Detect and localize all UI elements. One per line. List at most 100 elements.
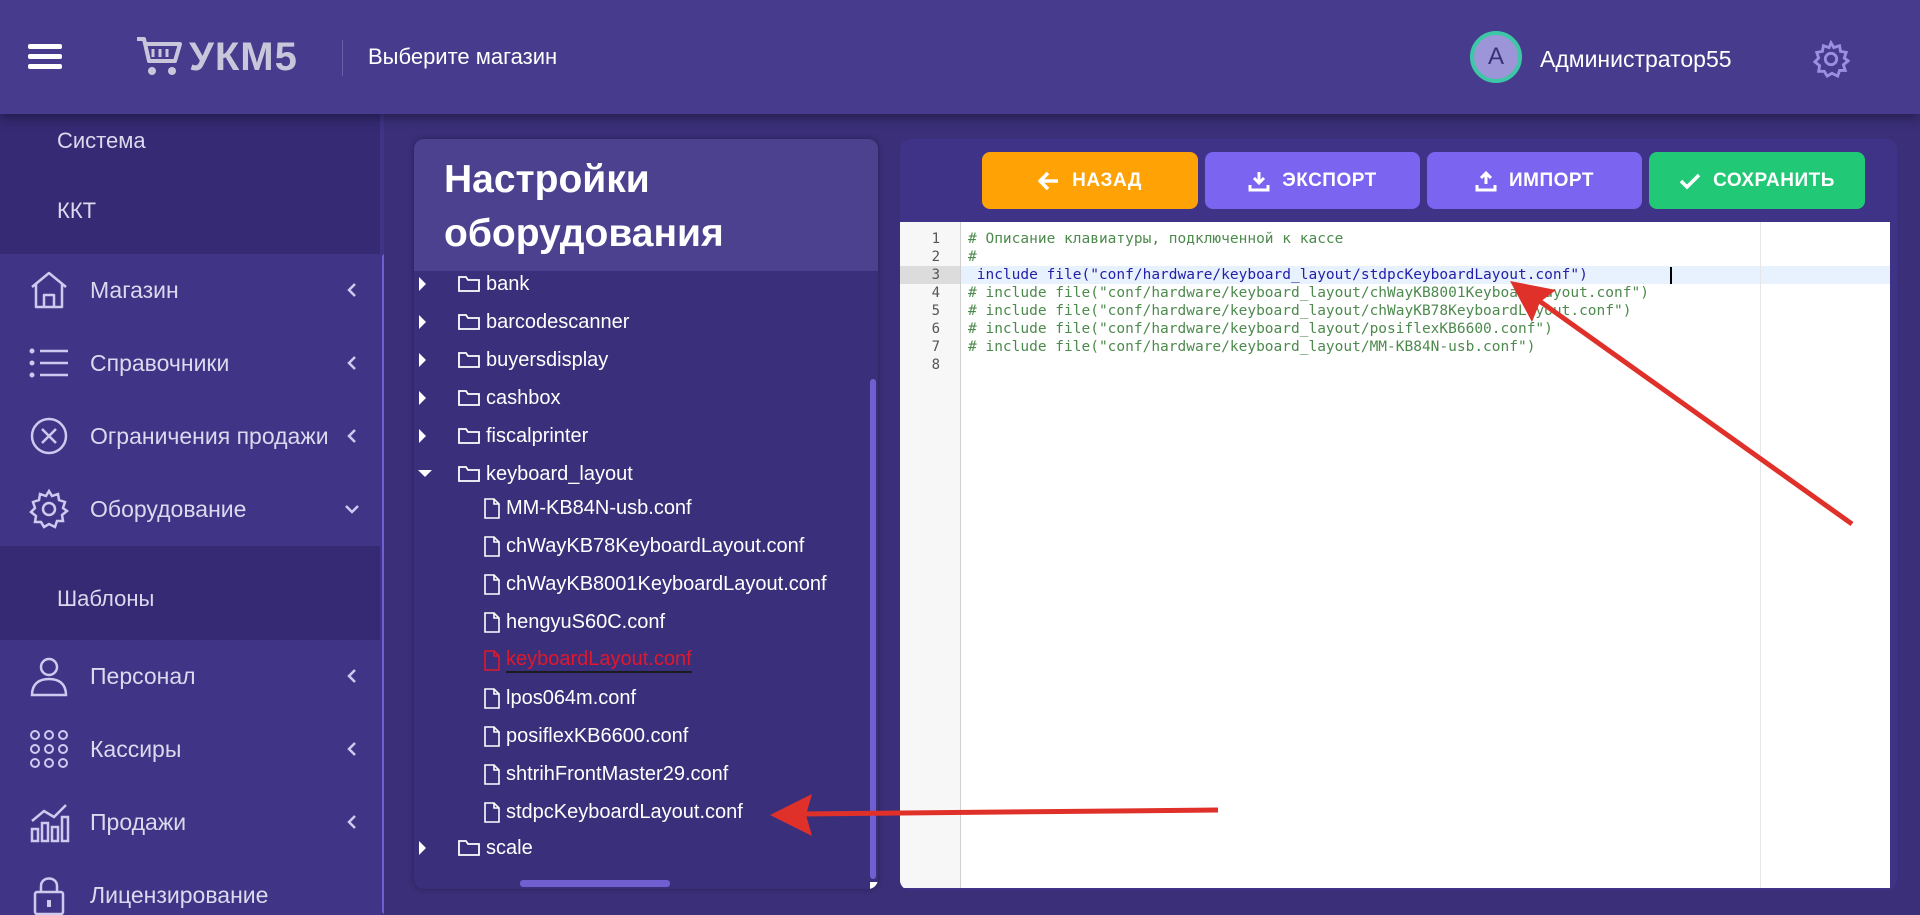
chevron-left-icon	[347, 669, 356, 683]
tree-folder-scale[interactable]: scale	[418, 833, 533, 863]
sidebar-item-directories[interactable]: Справочники	[0, 328, 380, 398]
tree-label: cashbox	[486, 386, 561, 409]
sidebar-item-equipment[interactable]: Оборудование	[0, 474, 380, 544]
code-editor[interactable]: 1 2 3 4 5 6 7 8 # Описание клавиатуры, п…	[900, 222, 1890, 888]
sidebar-subitem-templates[interactable]: Шаблоны	[57, 586, 154, 612]
menu-icon[interactable]	[28, 44, 62, 70]
tree-file-selected[interactable]: keyboardLayout.conf	[484, 645, 692, 675]
tree-file[interactable]: posiflexKB6600.conf	[484, 721, 688, 751]
expand-arrow-icon	[419, 841, 426, 855]
scrollbar-corner	[870, 882, 878, 889]
print-margin	[1760, 222, 1761, 888]
expand-arrow-icon	[419, 277, 426, 291]
tree-folder-fiscalprinter[interactable]: fiscalprinter	[418, 421, 588, 451]
equipment-settings-panel: Настройки оборудования bank barcodescann…	[414, 139, 878, 889]
user-icon	[30, 657, 68, 697]
sidebar-item-label: Кассиры	[90, 735, 182, 762]
back-button[interactable]: НАЗАД	[982, 152, 1198, 209]
gear-icon	[29, 488, 70, 529]
line-number: 4	[931, 285, 940, 301]
sidebar-item-store[interactable]: Магазин	[0, 255, 380, 325]
restriction-icon	[30, 417, 68, 455]
panel-header: Настройки оборудования	[414, 139, 878, 271]
tree-horizontal-scrollbar[interactable]	[520, 880, 670, 887]
sidebar-item-label: Оборудование	[90, 495, 247, 522]
tree-file[interactable]: MM-KB84N-usb.conf	[484, 493, 692, 523]
save-button[interactable]: СОХРАНИТЬ	[1649, 152, 1865, 209]
file-icon	[484, 687, 500, 709]
tree-file[interactable]: chWayKB8001KeyboardLayout.conf	[484, 569, 827, 599]
header-divider	[342, 40, 343, 76]
chevron-left-icon	[347, 283, 356, 297]
store-icon	[31, 271, 67, 309]
sidebar: Система ККТ Магазин Справочники Ограниче…	[0, 114, 384, 915]
arrow-left-icon	[1038, 171, 1059, 190]
sidebar-scrollbar[interactable]	[382, 254, 384, 914]
line-number: 8	[931, 357, 940, 373]
folder-icon	[458, 390, 480, 406]
settings-gear-icon[interactable]	[1812, 40, 1850, 78]
expand-arrow-icon	[419, 429, 426, 443]
tree-file[interactable]: hengyuS60C.conf	[484, 607, 665, 637]
sidebar-subitem-kkt[interactable]: ККТ	[57, 198, 96, 224]
tree-file[interactable]: chWayKB78KeyboardLayout.conf	[484, 531, 804, 561]
code-line: # include file("conf/hardware/keyboard_l…	[968, 339, 1536, 355]
checkmark-icon	[1679, 173, 1701, 189]
collapse-arrow-icon	[418, 470, 432, 477]
sidebar-item-sales-restrictions[interactable]: Ограничения продажи	[0, 401, 380, 471]
export-button[interactable]: ЭКСПОРТ	[1205, 152, 1420, 209]
tree-label: fiscalprinter	[486, 424, 589, 447]
store-selector[interactable]: Выберите магазин	[368, 44, 557, 70]
sidebar-item-sales[interactable]: Продажи	[0, 787, 380, 857]
sidebar-item-label: Персонал	[90, 662, 196, 689]
tree-label: chWayKB78KeyboardLayout.conf	[506, 534, 805, 557]
tree-file[interactable]: shtrihFrontMaster29.conf	[484, 759, 728, 789]
tree-file[interactable]: stdpcKeyboardLayout.conf	[484, 797, 743, 827]
expand-arrow-icon	[419, 391, 426, 405]
panel-title: Настройки оборудования	[444, 158, 724, 255]
sidebar-item-licensing[interactable]: Лицензирование	[0, 860, 380, 915]
folder-icon	[458, 352, 480, 368]
tree-file[interactable]: lpos064m.conf	[484, 683, 636, 713]
expand-arrow-icon	[419, 315, 426, 329]
file-icon	[484, 497, 500, 519]
code-line: # include file("conf/hardware/keyboard_l…	[968, 303, 1632, 319]
file-icon	[484, 725, 500, 747]
logo[interactable]: УКМ5	[135, 34, 298, 80]
tree-folder-bank[interactable]: bank	[418, 269, 529, 299]
tree-label: lpos064m.conf	[506, 686, 637, 709]
code-line: # include file("conf/hardware/keyboard_l…	[968, 321, 1553, 337]
export-button-label: ЭКСПОРТ	[1282, 169, 1377, 191]
code-line: # include file("conf/hardware/keyboard_l…	[968, 285, 1649, 301]
tree-label: scale	[486, 836, 533, 859]
tree-label: buyersdisplay	[486, 348, 609, 371]
file-icon	[484, 801, 500, 823]
tree-label: keyboardLayout.conf	[506, 648, 692, 673]
avatar[interactable]: A	[1470, 31, 1522, 83]
sidebar-item-personnel[interactable]: Персонал	[0, 641, 380, 711]
sidebar-item-label: Продажи	[90, 808, 187, 835]
tree-label: bank	[486, 272, 530, 295]
sidebar-item-label: Справочники	[90, 349, 230, 376]
save-button-label: СОХРАНИТЬ	[1713, 169, 1835, 191]
grid-icon	[30, 730, 68, 768]
tree-folder-keyboard-layout[interactable]: keyboard_layout	[418, 459, 633, 489]
line-number: 5	[931, 303, 940, 319]
folder-icon	[458, 314, 480, 330]
sidebar-subitem-system[interactable]: Система	[57, 128, 146, 154]
upload-icon	[1475, 170, 1497, 191]
tree-folder-buyersdisplay[interactable]: buyersdisplay	[418, 345, 608, 375]
folder-icon	[458, 276, 480, 292]
username[interactable]: Администратор55	[1540, 46, 1732, 73]
tree-folder-barcodescanner[interactable]: barcodescanner	[418, 307, 629, 337]
sidebar-item-label: Магазин	[90, 276, 179, 303]
import-button[interactable]: ИМПОРТ	[1427, 152, 1642, 209]
tree-vertical-scrollbar[interactable]	[870, 379, 876, 879]
line-number: 3	[931, 267, 940, 283]
editor-panel: НАЗАД ЭКСПОРТ ИМПОРТ СОХРАНИТЬ 1 2 3 4 5…	[900, 139, 1897, 890]
sidebar-item-cashiers[interactable]: Кассиры	[0, 714, 380, 784]
expand-arrow-icon	[419, 353, 426, 367]
tree-folder-cashbox[interactable]: cashbox	[418, 383, 561, 413]
download-icon	[1248, 171, 1270, 191]
file-icon	[484, 535, 500, 557]
